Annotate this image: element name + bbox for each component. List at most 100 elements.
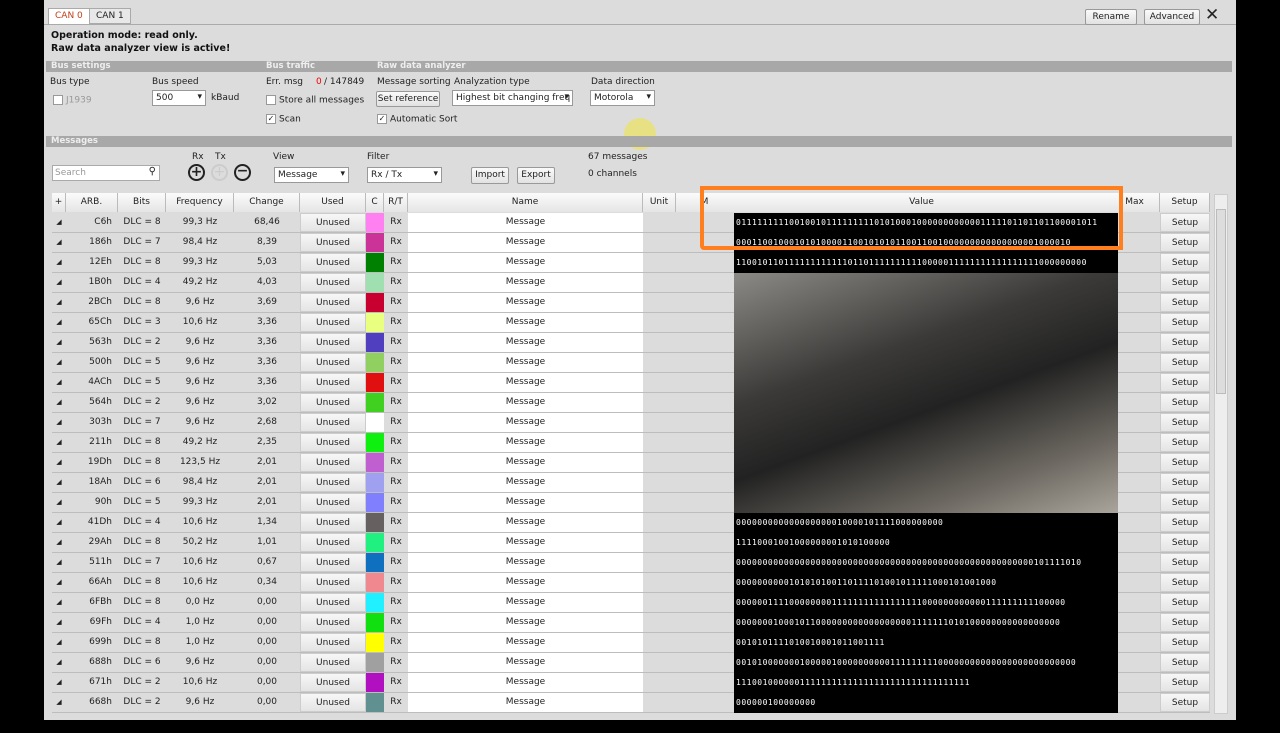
name-cell[interactable]: Message xyxy=(408,493,643,512)
setup-button[interactable]: Setup xyxy=(1160,693,1210,712)
color-swatch[interactable] xyxy=(366,513,384,532)
expand-icon[interactable]: ◢ xyxy=(52,333,66,352)
name-cell[interactable]: Message xyxy=(408,653,643,672)
tab-can1[interactable]: CAN 1 xyxy=(89,8,131,24)
name-cell[interactable]: Message xyxy=(408,473,643,492)
setup-button[interactable]: Setup xyxy=(1160,273,1210,292)
color-swatch[interactable] xyxy=(366,453,384,472)
filter-select[interactable]: Rx / Tx xyxy=(367,167,442,183)
used-button[interactable]: Unused xyxy=(300,413,366,432)
name-cell[interactable]: Message xyxy=(408,633,643,652)
color-swatch[interactable] xyxy=(366,533,384,552)
color-swatch[interactable] xyxy=(366,413,384,432)
used-button[interactable]: Unused xyxy=(300,693,366,712)
setup-button[interactable]: Setup xyxy=(1160,413,1210,432)
used-button[interactable]: Unused xyxy=(300,473,366,492)
setup-button[interactable]: Setup xyxy=(1160,553,1210,572)
expand-icon[interactable]: ◢ xyxy=(52,293,66,312)
used-button[interactable]: Unused xyxy=(300,233,366,252)
used-button[interactable]: Unused xyxy=(300,453,366,472)
setup-button[interactable]: Setup xyxy=(1160,313,1210,332)
bus-speed-select[interactable]: 500 xyxy=(152,90,206,106)
color-swatch[interactable] xyxy=(366,353,384,372)
expand-icon[interactable]: ◢ xyxy=(52,393,66,412)
used-button[interactable]: Unused xyxy=(300,573,366,592)
name-cell[interactable]: Message xyxy=(408,453,643,472)
expand-icon[interactable]: ◢ xyxy=(52,313,66,332)
color-swatch[interactable] xyxy=(366,613,384,632)
store-all-checkbox[interactable]: Store all messages xyxy=(266,95,364,106)
setup-button[interactable]: Setup xyxy=(1160,493,1210,512)
used-button[interactable]: Unused xyxy=(300,533,366,552)
expand-icon[interactable]: ◢ xyxy=(52,373,66,392)
used-button[interactable]: Unused xyxy=(300,633,366,652)
setup-button[interactable]: Setup xyxy=(1160,393,1210,412)
expand-icon[interactable]: ◢ xyxy=(52,233,66,252)
setup-button[interactable]: Setup xyxy=(1160,633,1210,652)
column-header-4[interactable]: Change xyxy=(234,193,300,212)
column-header-8[interactable]: Name xyxy=(408,193,643,212)
name-cell[interactable]: Message xyxy=(408,273,643,292)
expand-icon[interactable]: ◢ xyxy=(52,693,66,712)
expand-icon[interactable]: ◢ xyxy=(52,593,66,612)
setup-button[interactable]: Setup xyxy=(1160,653,1210,672)
used-button[interactable]: Unused xyxy=(300,213,366,232)
name-cell[interactable]: Message xyxy=(408,333,643,352)
setup-button[interactable]: Setup xyxy=(1160,473,1210,492)
name-cell[interactable]: Message xyxy=(408,253,643,272)
scrollbar-thumb[interactable] xyxy=(1216,209,1226,394)
name-cell[interactable]: Message xyxy=(408,553,643,572)
analyzation-type-select[interactable]: Highest bit changing freq xyxy=(452,90,573,106)
add-rx-icon[interactable]: + xyxy=(188,164,205,181)
import-button[interactable]: Import xyxy=(471,167,509,184)
name-cell[interactable]: Message xyxy=(408,293,643,312)
expand-icon[interactable]: ◢ xyxy=(52,613,66,632)
remove-icon[interactable]: − xyxy=(234,164,251,181)
used-button[interactable]: Unused xyxy=(300,553,366,572)
color-swatch[interactable] xyxy=(366,573,384,592)
export-button[interactable]: Export xyxy=(517,167,555,184)
j1939-checkbox[interactable]: J1939 xyxy=(53,95,92,106)
color-swatch[interactable] xyxy=(366,673,384,692)
name-cell[interactable]: Message xyxy=(408,513,643,532)
expand-icon[interactable]: ◢ xyxy=(52,453,66,472)
name-cell[interactable]: Message xyxy=(408,533,643,552)
expand-icon[interactable]: ◢ xyxy=(52,273,66,292)
used-button[interactable]: Unused xyxy=(300,373,366,392)
color-swatch[interactable] xyxy=(366,493,384,512)
name-cell[interactable]: Message xyxy=(408,593,643,612)
used-button[interactable]: Unused xyxy=(300,253,366,272)
color-swatch[interactable] xyxy=(366,693,384,712)
tools-icon[interactable]: ✕ xyxy=(1205,5,1219,25)
name-cell[interactable]: Message xyxy=(408,393,643,412)
setup-button[interactable]: Setup xyxy=(1160,293,1210,312)
advanced-button[interactable]: Advanced xyxy=(1144,9,1200,25)
name-cell[interactable]: Message xyxy=(408,573,643,592)
color-swatch[interactable] xyxy=(366,373,384,392)
color-swatch[interactable] xyxy=(366,433,384,452)
used-button[interactable]: Unused xyxy=(300,433,366,452)
color-swatch[interactable] xyxy=(366,653,384,672)
column-header-7[interactable]: R/T xyxy=(384,193,408,212)
expand-icon[interactable]: ◢ xyxy=(52,353,66,372)
name-cell[interactable]: Message xyxy=(408,673,643,692)
column-header-13[interactable]: Setup xyxy=(1160,193,1210,212)
expand-icon[interactable]: ◢ xyxy=(52,533,66,552)
color-swatch[interactable] xyxy=(366,253,384,272)
expand-icon[interactable]: ◢ xyxy=(52,633,66,652)
expand-icon[interactable]: ◢ xyxy=(52,513,66,532)
column-header-0[interactable]: + xyxy=(52,193,66,212)
used-button[interactable]: Unused xyxy=(300,613,366,632)
used-button[interactable]: Unused xyxy=(300,353,366,372)
name-cell[interactable]: Message xyxy=(408,433,643,452)
color-swatch[interactable] xyxy=(366,233,384,252)
expand-icon[interactable]: ◢ xyxy=(52,253,66,272)
name-cell[interactable]: Message xyxy=(408,693,643,712)
name-cell[interactable]: Message xyxy=(408,613,643,632)
expand-icon[interactable]: ◢ xyxy=(52,653,66,672)
used-button[interactable]: Unused xyxy=(300,493,366,512)
view-select[interactable]: Message xyxy=(274,167,349,183)
column-header-2[interactable]: Bits xyxy=(118,193,166,212)
setup-button[interactable]: Setup xyxy=(1160,453,1210,472)
color-swatch[interactable] xyxy=(366,393,384,412)
